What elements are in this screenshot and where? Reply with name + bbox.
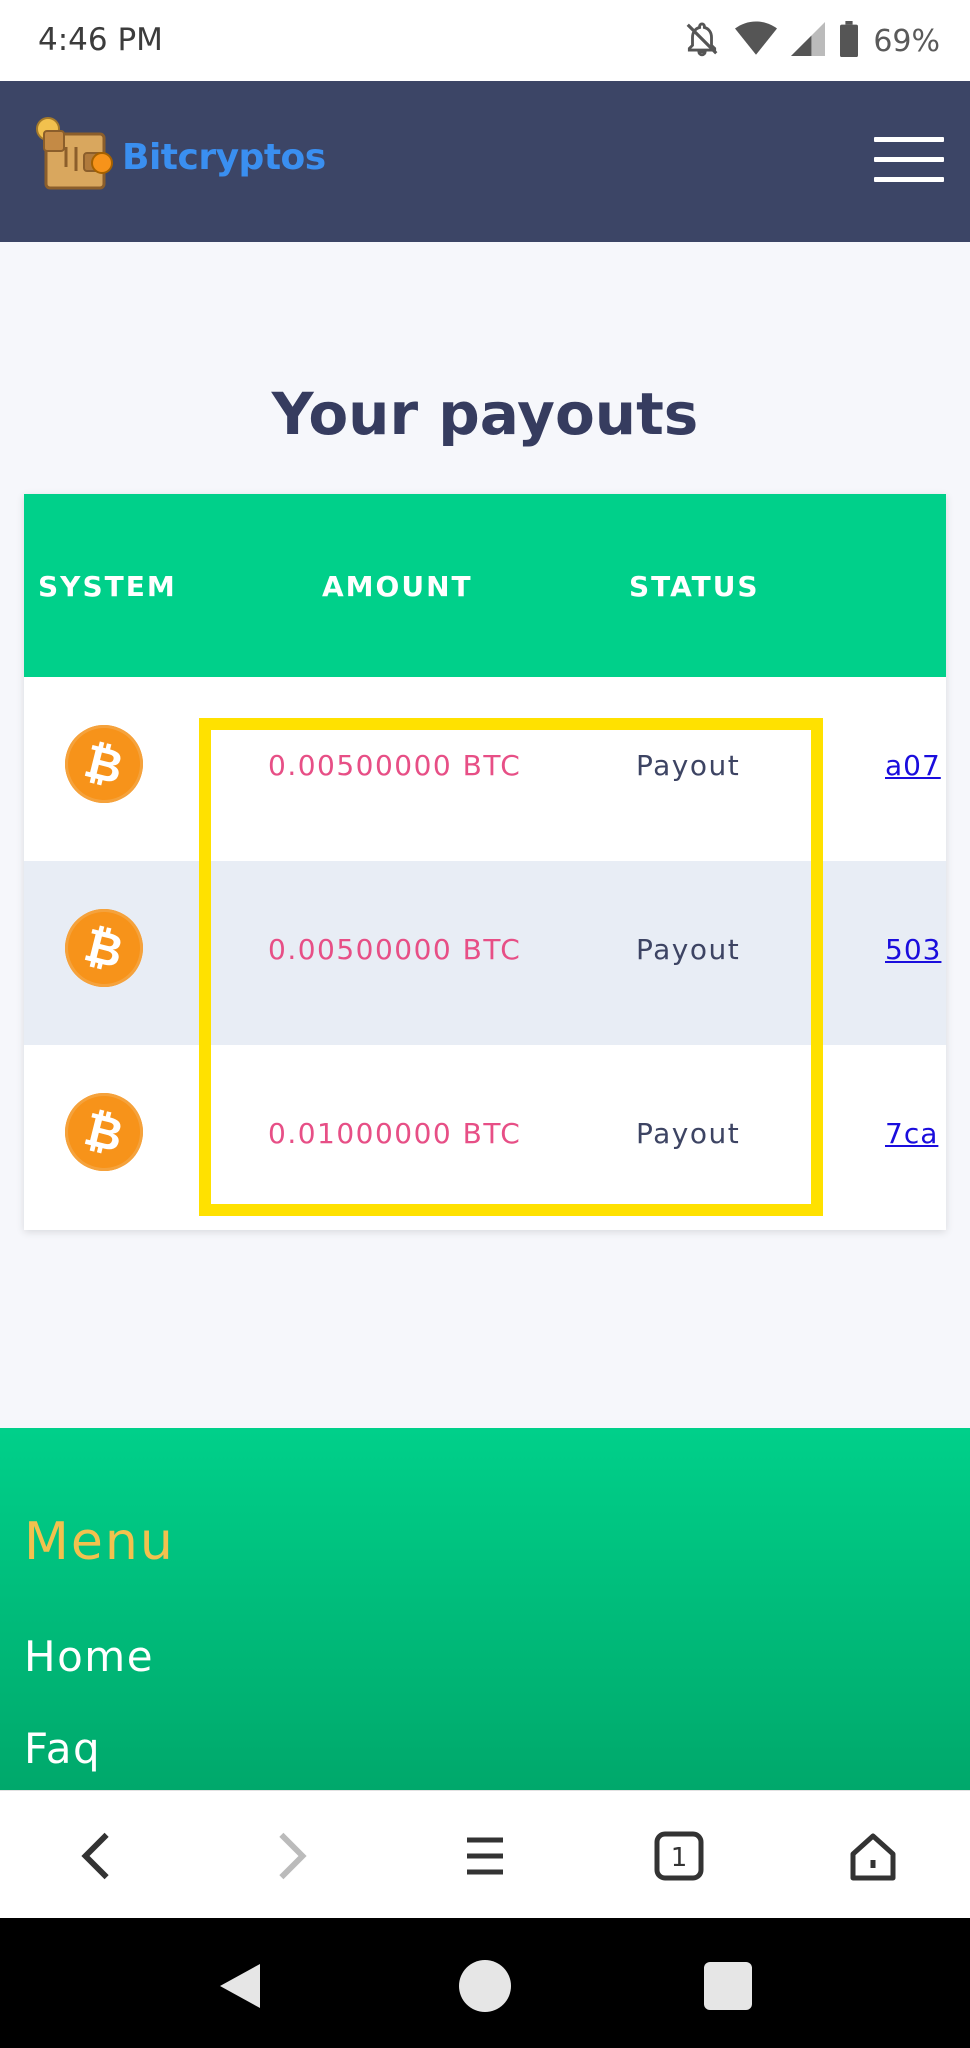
payout-amount: 0.01000000 BTC [268,1117,522,1150]
column-header-system: SYSTEM [38,570,177,603]
bitcoin-icon: ₿ [56,716,152,812]
payout-status: Payout [636,1117,741,1150]
column-header-status: STATUS [629,570,760,603]
menu-list-button[interactable] [450,1821,520,1891]
battery-percent: 69% [873,23,940,59]
list-icon [467,1837,503,1875]
status-bar: 4:46 PM 69% [0,0,970,81]
circle-home-icon [459,1960,511,2012]
status-icons: 69% [683,20,940,62]
browser-toolbar: 1 [0,1790,970,1918]
page-title: Your payouts [271,380,699,448]
hamburger-line [874,137,944,142]
chevron-left-icon [81,1832,109,1880]
back-button[interactable] [62,1821,132,1891]
transaction-link[interactable]: 503 [885,933,941,966]
system-nav-bar [0,1918,970,2048]
site-header: Bitcryptos [0,81,970,242]
transaction-link[interactable]: a07 [885,749,941,782]
transaction-link[interactable]: 7ca [885,1117,938,1150]
tabs-icon: 1 [654,1831,704,1881]
brand-logo[interactable]: Bitcryptos [36,117,326,197]
menu-button[interactable] [874,137,944,183]
table-header: SYSTEM AMOUNT STATUS [24,494,946,677]
hamburger-line [874,157,944,162]
table-row: ₿ 0.00500000 BTC Payout a07 [24,677,946,861]
bitcoin-icon: ₿ [56,900,152,996]
footer-link-faq[interactable]: Faq [24,1724,101,1773]
notifications-off-icon [683,20,721,62]
table-row: ₿ 0.00500000 BTC Payout 503 [24,861,946,1045]
cell-signal-icon [791,22,826,60]
triangle-back-icon [220,1964,260,2008]
home-button[interactable] [838,1821,908,1891]
home-icon [850,1833,896,1881]
site-footer: Menu Home Faq [0,1428,970,1790]
system-back-button[interactable] [212,1958,268,2014]
footer-menu-heading: Menu [24,1512,175,1572]
system-home-button[interactable] [457,1958,513,2014]
footer-link-home[interactable]: Home [24,1632,154,1681]
payouts-table: SYSTEM AMOUNT STATUS ₿ 0.00500000 BTC Pa… [24,494,946,1230]
brand-name: Bitcryptos [122,136,326,178]
payout-amount: 0.00500000 BTC [268,933,522,966]
payout-status: Payout [636,933,741,966]
svg-text:1: 1 [671,1843,688,1873]
forward-button[interactable] [256,1821,326,1891]
column-header-amount: AMOUNT [322,570,473,603]
chevron-right-icon [279,1832,307,1880]
battery-icon [839,21,859,61]
square-recents-icon [704,1962,752,2010]
payout-amount: 0.00500000 BTC [268,749,522,782]
hamburger-line [874,177,944,182]
bitcoin-icon: ₿ [56,1084,152,1180]
table-row: ₿ 0.01000000 BTC Payout 7ca [24,1045,946,1229]
system-recents-button[interactable] [700,1958,756,2014]
payout-status: Payout [636,749,741,782]
status-time: 4:46 PM [38,22,163,58]
wallet-icon [36,117,118,197]
tabs-button[interactable]: 1 [644,1821,714,1891]
wifi-icon [735,21,778,61]
